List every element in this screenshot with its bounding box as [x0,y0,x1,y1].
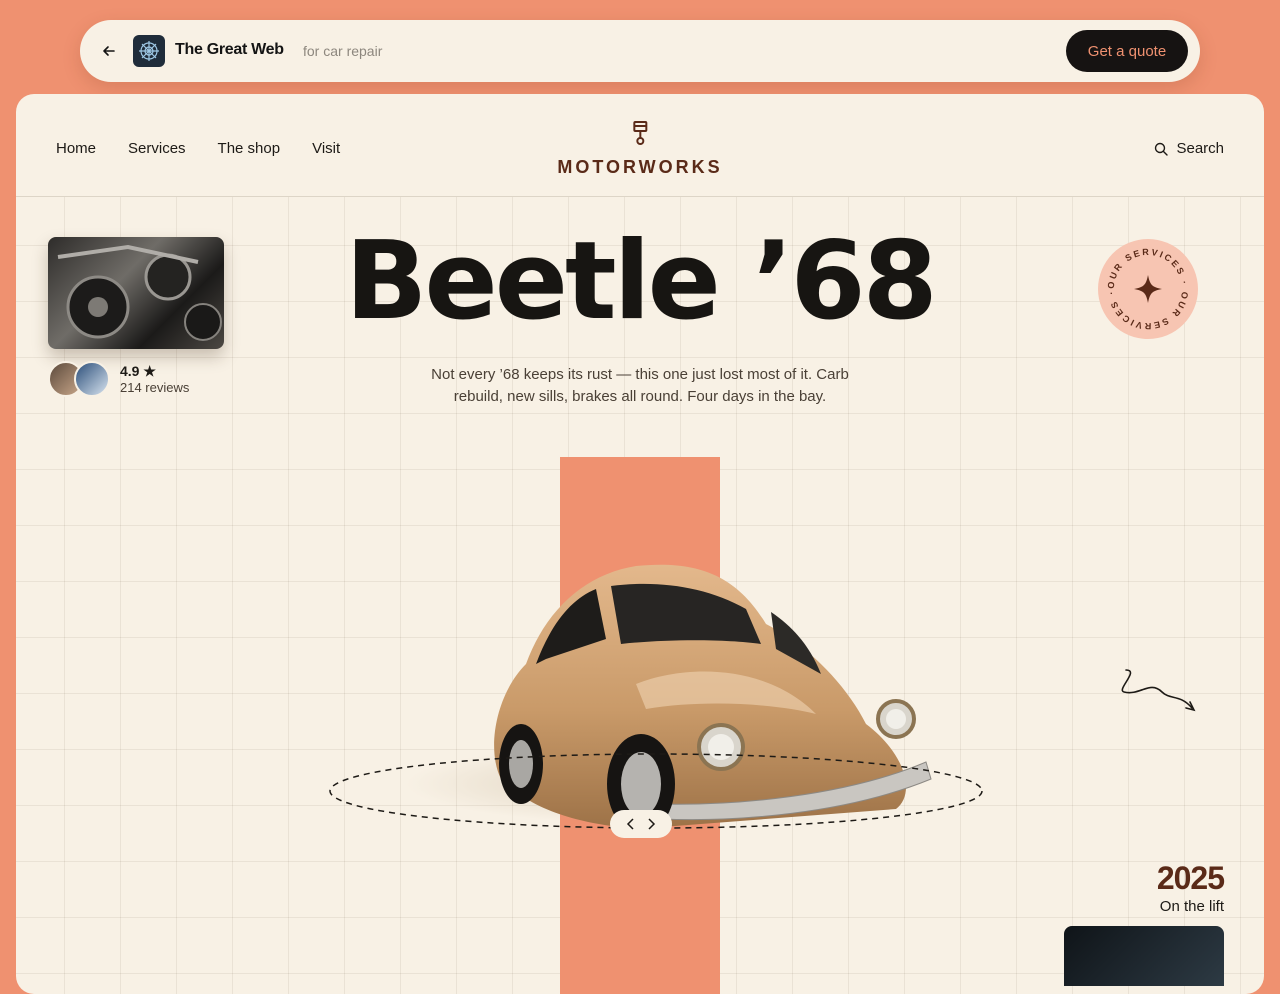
get-quote-button[interactable]: Get a quote [1066,30,1188,72]
hero-subtitle: Not every ’68 keeps its rust — this one … [431,366,849,405]
browser-bar: The Great Web for car repair Get a quote [80,20,1200,82]
scribble-arrow [1121,669,1196,712]
nav-link-the-shop[interactable]: The shop [218,140,281,157]
avatar [74,361,110,397]
piston-icon [633,121,647,145]
nav-link-services[interactable]: Services [128,140,186,157]
star-icon: ★ [143,363,156,379]
year-caption: On the lift [1159,898,1224,915]
nav-link-home[interactable]: Home [56,140,96,157]
brand-name: MOTORWORKS [557,157,723,177]
site-name[interactable]: The Great Web [175,41,284,59]
brand-logo[interactable]: MOTORWORKS [557,120,722,178]
back-arrow-icon [103,46,115,56]
our-services-badge[interactable]: OUR SERVICES · OUR SERVICES · [1098,239,1198,339]
site-nav: Home Services The shop Visit MOTORWORKS … [16,94,1264,197]
search-label: Search [1176,140,1224,157]
chevron-left-icon [626,818,634,830]
site-page: Home Services The shop Visit MOTORWORKS … [16,94,1264,994]
prev-button[interactable] [626,817,636,831]
site-tagline: for car repair [303,43,383,59]
engine-thumbnail[interactable] [48,237,224,349]
rating-summary: 4.9 ★ 214 reviews [120,363,189,395]
site-logo-icon[interactable] [133,35,165,67]
next-button[interactable] [646,817,656,831]
on-the-lift-thumbnail[interactable] [1064,926,1224,986]
car-carousel-controls [610,810,672,838]
search-button[interactable]: Search [1154,140,1224,157]
review-count: 214 reviews [120,380,190,395]
rating-value: 4.9 [120,363,140,379]
car-image [306,514,986,834]
nav-link-visit[interactable]: Visit [312,140,340,157]
search-icon [1155,142,1169,156]
back-button[interactable] [94,36,124,66]
chevron-right-icon [648,818,656,830]
year-label: 2025 [1156,860,1225,896]
nav-links: Home Services The shop Visit [56,140,340,157]
